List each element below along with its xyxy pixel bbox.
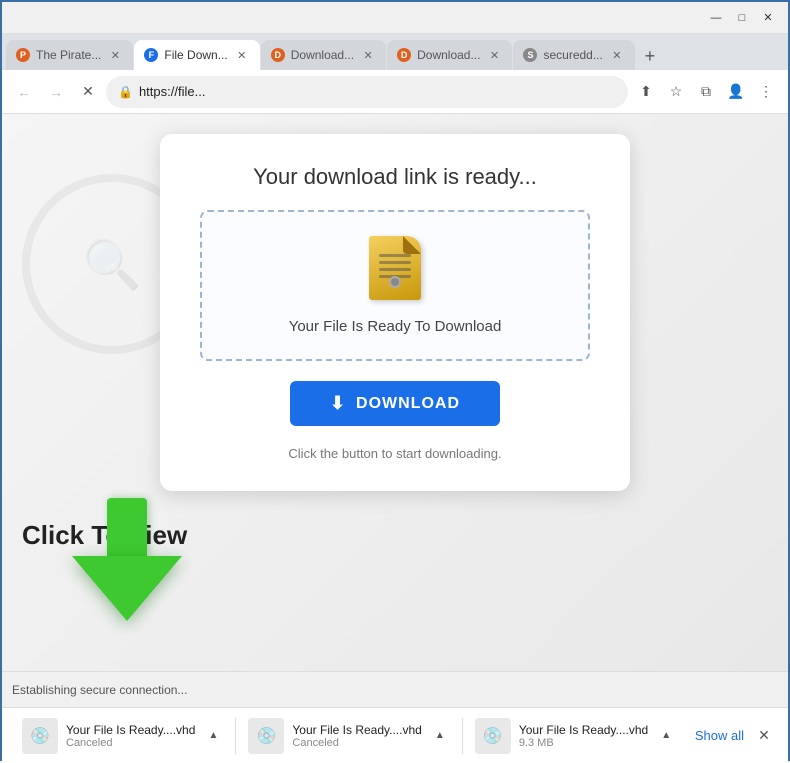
new-tab-button[interactable]: + — [636, 42, 664, 70]
dl-divider-2 — [462, 718, 463, 754]
download-arrow-icon: ⬇ — [330, 393, 346, 414]
lock-icon: 🔒 — [118, 85, 133, 99]
dl-info-1: Your File Is Ready....vhd Canceled — [66, 723, 195, 749]
dl-name-1: Your File Is Ready....vhd — [66, 723, 195, 737]
dl-status-2: Canceled — [292, 737, 421, 749]
dl-status-3: 9.3 MB — [519, 737, 648, 749]
card-footer-text: Click the button to start downloading. — [288, 446, 501, 461]
green-arrow — [72, 498, 182, 621]
menu-button[interactable]: ⋮ — [752, 78, 780, 106]
dl-file-icon-3: 💿 — [483, 726, 503, 746]
dl-thumb-3: 💿 — [475, 718, 511, 754]
tab-bar: P The Pirate... ✕ F File Down... ✕ D Dow… — [2, 34, 788, 70]
dl-thumb-1: 💿 — [22, 718, 58, 754]
tab-favicon-download3: D — [397, 48, 411, 62]
tab-title-filedown: File Down... — [164, 48, 227, 62]
tab-title-pirate: The Pirate... — [36, 48, 101, 62]
dl-chevron-2[interactable]: ▲ — [430, 726, 450, 746]
download-item-3[interactable]: 💿 Your File Is Ready....vhd 9.3 MB ▲ — [467, 712, 684, 760]
download-button-label: DOWNLOAD — [356, 395, 460, 413]
dl-info-3: Your File Is Ready....vhd 9.3 MB — [519, 723, 648, 749]
dl-file-icon-2: 💿 — [256, 726, 276, 746]
file-box: Your File Is Ready To Download — [200, 210, 590, 361]
title-bar: — □ ✕ — [2, 2, 788, 34]
forward-button[interactable]: → — [42, 78, 70, 106]
dl-divider-1 — [235, 718, 236, 754]
dl-thumb-2: 💿 — [248, 718, 284, 754]
tab-title-download3: Download... — [417, 48, 480, 62]
dl-chevron-3[interactable]: ▲ — [656, 726, 676, 746]
tab-favicon-securedd: S — [523, 48, 537, 62]
close-button[interactable]: ✕ — [756, 6, 780, 30]
close-loading-button[interactable]: ✕ — [74, 78, 102, 106]
tab-close-download3[interactable]: ✕ — [486, 47, 502, 63]
tab-download2[interactable]: D Download... ✕ — [261, 40, 386, 70]
download-button[interactable]: ⬇ DOWNLOAD — [290, 381, 500, 426]
maximize-button[interactable]: □ — [730, 6, 754, 30]
back-button[interactable]: ← — [10, 78, 38, 106]
watermark-icon: 🔍 — [72, 224, 152, 304]
tab-favicon-download2: D — [271, 48, 285, 62]
tab-view-button[interactable]: ⧉ — [692, 78, 720, 106]
card-title: Your download link is ready... — [253, 164, 537, 190]
address-url: https://file... — [139, 84, 616, 99]
tab-close-pirate[interactable]: ✕ — [107, 47, 123, 63]
tab-close-download2[interactable]: ✕ — [360, 47, 376, 63]
tab-favicon-filedown: F — [144, 48, 158, 62]
download-item-1[interactable]: 💿 Your File Is Ready....vhd Canceled ▲ — [14, 712, 231, 760]
dl-chevron-1[interactable]: ▲ — [203, 726, 223, 746]
file-label: Your File Is Ready To Download — [289, 318, 502, 335]
minimize-button[interactable]: — — [704, 6, 728, 30]
download-tray: 💿 Your File Is Ready....vhd Canceled ▲ 💿… — [2, 707, 788, 763]
tab-title-download2: Download... — [291, 48, 354, 62]
page-content: .ZC. 🔍 Your download link is ready... — [2, 114, 788, 671]
share-button[interactable]: ⬆ — [632, 78, 660, 106]
tab-title-securedd: securedd... — [543, 48, 602, 62]
dl-file-icon-1: 💿 — [30, 726, 50, 746]
bookmark-button[interactable]: ☆ — [662, 78, 690, 106]
window-controls: — □ ✕ — [704, 6, 780, 30]
tab-close-securedd[interactable]: ✕ — [609, 47, 625, 63]
tab-pirate[interactable]: P The Pirate... ✕ — [6, 40, 133, 70]
show-all-button[interactable]: Show all — [687, 724, 752, 747]
dl-name-2: Your File Is Ready....vhd — [292, 723, 421, 737]
status-bar: Establishing secure connection... — [2, 671, 788, 707]
tab-filedown[interactable]: F File Down... ✕ — [134, 40, 259, 70]
download-item-2[interactable]: 💿 Your File Is Ready....vhd Canceled ▲ — [240, 712, 457, 760]
tab-securedd[interactable]: S securedd... ✕ — [513, 40, 634, 70]
dl-info-2: Your File Is Ready....vhd Canceled — [292, 723, 421, 749]
address-input[interactable]: 🔒 https://file... — [106, 76, 628, 108]
tab-download3[interactable]: D Download... ✕ — [387, 40, 512, 70]
status-text: Establishing secure connection... — [12, 683, 187, 697]
dl-status-1: Canceled — [66, 737, 195, 749]
tray-close-button[interactable]: ✕ — [752, 724, 776, 748]
profile-button[interactable]: 👤 — [722, 78, 750, 106]
zip-file-icon — [365, 236, 425, 306]
dl-name-3: Your File Is Ready....vhd — [519, 723, 648, 737]
download-card: Your download link is ready... — [160, 134, 630, 491]
tab-favicon-pirate: P — [16, 48, 30, 62]
address-bar-actions: ⬆ ☆ ⧉ 👤 ⋮ — [632, 78, 780, 106]
address-bar: ← → ✕ 🔒 https://file... ⬆ ☆ ⧉ 👤 ⋮ — [2, 70, 788, 114]
tab-close-filedown[interactable]: ✕ — [234, 47, 250, 63]
